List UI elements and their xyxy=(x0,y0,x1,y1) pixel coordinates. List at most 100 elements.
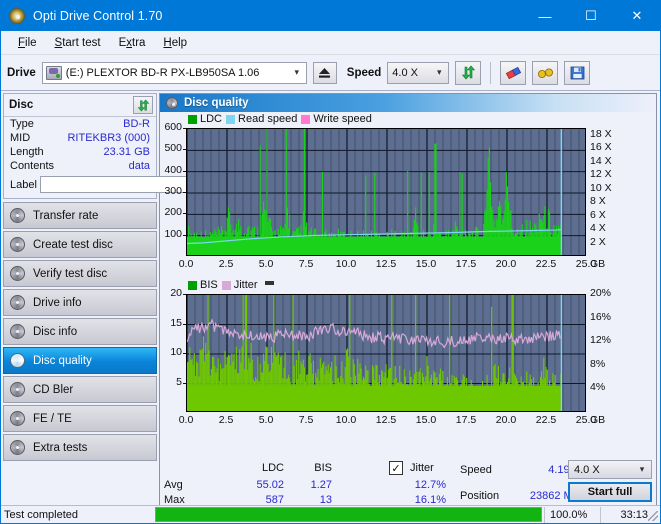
legend-swatch xyxy=(221,280,231,290)
menu-start-test[interactable]: Start test xyxy=(46,34,110,52)
stats-ldc-avg: 55.02 xyxy=(256,479,284,491)
disc-icon xyxy=(10,440,25,455)
charts-area: LDC Read speed Write speed 100 200 300 4… xyxy=(160,112,656,523)
chevron-down-icon: ▾ xyxy=(294,67,300,77)
speed-result-select[interactable]: 4.0 X ▾ xyxy=(568,460,652,479)
sidebar-item-fe-te[interactable]: FE / TE xyxy=(3,405,157,432)
x-axis-tick: 17.5 xyxy=(455,414,477,426)
maximize-button[interactable]: ☐ xyxy=(568,1,614,31)
x-axis-tick: 15.0 xyxy=(415,414,437,426)
menu-help[interactable]: Help xyxy=(154,34,196,52)
legend-label: Jitter xyxy=(233,279,258,291)
sidebar: Disc Type BD-R MID RITEKBR3 (000) Length… xyxy=(1,91,241,523)
resize-grip-icon[interactable] xyxy=(648,511,658,521)
refresh-icon xyxy=(137,98,149,112)
y-axis-tick: 400 xyxy=(164,163,182,176)
stats-jitter-avg: 12.7% xyxy=(414,479,446,491)
panel-header: Disc quality xyxy=(160,94,656,112)
tools-button[interactable] xyxy=(532,60,559,85)
minimize-button[interactable]: — xyxy=(522,1,568,31)
disc-icon xyxy=(10,237,25,252)
y2-axis-tick: 16% xyxy=(590,310,612,323)
disc-refresh-button[interactable] xyxy=(133,96,153,114)
x-axis-tick: 2.5 xyxy=(218,258,234,270)
menu-extra[interactable]: Extra xyxy=(110,34,155,52)
x-axis-tick: 10.0 xyxy=(335,258,357,270)
sidebar-item-label: Disc info xyxy=(33,325,78,338)
x-axis-tick: 7.5 xyxy=(298,258,314,270)
disc-panel-header: Disc xyxy=(4,94,156,117)
disc-icon xyxy=(10,295,25,310)
y-axis-tickmark xyxy=(183,294,186,295)
refresh-button[interactable] xyxy=(455,60,482,85)
progress-percent: 100.0% xyxy=(544,506,600,523)
sidebar-item-label: Verify test disc xyxy=(33,267,108,280)
legend-item-write-speed: Write speed xyxy=(301,113,372,125)
speed-label: Speed xyxy=(346,66,382,79)
sidebar-item-disc-quality[interactable]: Disc quality xyxy=(3,347,157,374)
disc-row-key: Contents xyxy=(10,160,55,172)
refresh-icon xyxy=(461,65,475,80)
y2-axis-tick: 10 X xyxy=(590,181,612,194)
sidebar-item-label: Create test disc xyxy=(33,238,113,251)
jitter-label: Jitter xyxy=(410,462,434,474)
toolbar: Drive (E:) PLEXTOR BD-R PX-LB950SA 1.06 … xyxy=(1,55,660,91)
legend-swatch xyxy=(301,114,311,124)
x-axis-tick: 22.5 xyxy=(535,258,557,270)
sidebar-item-extra-tests[interactable]: Extra tests xyxy=(3,434,157,461)
y-axis-tickmark xyxy=(183,353,186,354)
drive-select-value: (E:) PLEXTOR BD-R PX-LB950SA 1.06 xyxy=(65,66,260,79)
disc-quality-panel: Disc quality LDC Read speed Write speed … xyxy=(159,93,657,523)
y2-axis-tick: 16 X xyxy=(590,141,612,154)
x-axis-tick: 17.5 xyxy=(455,258,477,270)
ldc-chart-legend: LDC Read speed Write speed xyxy=(188,113,372,125)
bis-plot-area xyxy=(186,294,586,412)
jitter-checkbox[interactable]: ✓ xyxy=(389,461,403,475)
drive-icon xyxy=(45,65,62,80)
disc-icon xyxy=(10,324,25,339)
y-axis-tick: 300 xyxy=(164,185,182,197)
sidebar-item-verify-test-disc[interactable]: Verify test disc xyxy=(3,260,157,287)
y2-axis-tick: 4 X xyxy=(590,222,606,235)
sidebar-item-label: CD Bler xyxy=(33,383,74,396)
stats-header-bis: BIS xyxy=(314,462,332,474)
y-axis-tickmark xyxy=(183,213,186,215)
speed-select-value: 4.0 X xyxy=(392,66,418,79)
eject-button[interactable] xyxy=(312,61,337,84)
sidebar-item-disc-info[interactable]: Disc info xyxy=(3,318,157,345)
sidebar-item-label: Drive info xyxy=(33,296,82,309)
chevron-down-icon: ▾ xyxy=(639,464,645,474)
x-axis-tick: 5.0 xyxy=(258,414,274,426)
y-axis-tick: 500 xyxy=(164,142,182,155)
drive-label: Drive xyxy=(7,66,36,79)
disc-row-type: Type BD-R xyxy=(4,117,156,131)
y2-axis-tick: 18 X xyxy=(590,127,612,140)
disc-row-key: Type xyxy=(10,118,34,130)
sidebar-item-create-test-disc[interactable]: Create test disc xyxy=(3,231,157,258)
y2-axis-tick: 8 X xyxy=(590,195,606,208)
sidebar-item-drive-info[interactable]: Drive info xyxy=(3,289,157,316)
sidebar-item-label: FE / TE xyxy=(33,412,72,425)
disc-icon xyxy=(10,208,25,223)
position-stat-label: Position xyxy=(460,490,500,502)
erase-button[interactable] xyxy=(500,60,527,85)
sidebar-item-label: Disc quality xyxy=(33,354,92,367)
sidebar-item-cd-bler[interactable]: CD Bler xyxy=(3,376,157,403)
legend-label: Read speed xyxy=(238,113,298,125)
start-full-button[interactable]: Start full xyxy=(568,482,652,502)
speed-select[interactable]: 4.0 X ▾ xyxy=(387,61,450,84)
menu-bar: File Start test Extra Help xyxy=(1,31,660,55)
legend-label: BIS xyxy=(200,279,218,291)
sidebar-item-transfer-rate[interactable]: Transfer rate xyxy=(3,202,157,229)
menu-file[interactable]: File xyxy=(9,34,46,52)
y-axis-tick: 15 xyxy=(170,316,182,329)
save-button[interactable] xyxy=(564,60,591,85)
y-axis-tick: 600 xyxy=(164,121,182,133)
disc-icon xyxy=(10,411,25,426)
close-button[interactable]: ✕ xyxy=(614,1,660,31)
x-axis-unit: GB xyxy=(590,414,606,426)
drive-select[interactable]: (E:) PLEXTOR BD-R PX-LB950SA 1.06 ▾ xyxy=(41,61,307,84)
disc-row-key: Length xyxy=(10,146,44,158)
y-axis-tick: 200 xyxy=(164,206,182,219)
disc-row-value: 23.31 GB xyxy=(103,146,150,158)
